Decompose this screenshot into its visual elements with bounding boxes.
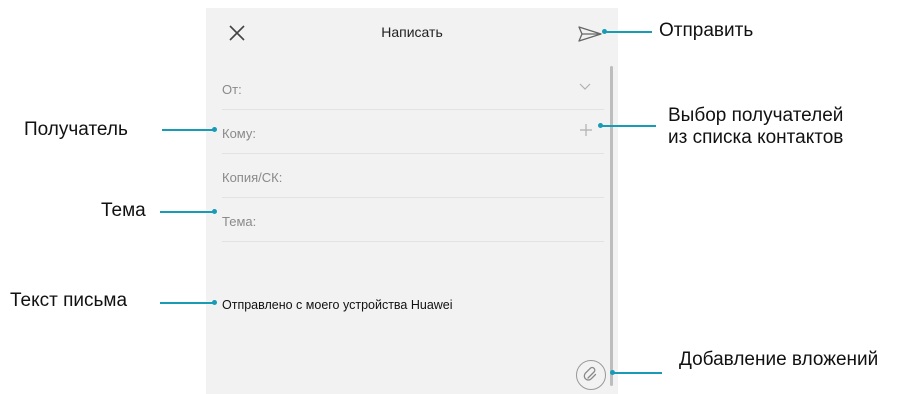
to-label: Кому: xyxy=(222,126,256,141)
annotation-dot-body xyxy=(212,300,217,305)
chevron-down-icon[interactable] xyxy=(579,83,591,91)
send-icon[interactable] xyxy=(578,26,602,42)
from-label: От: xyxy=(222,82,242,97)
annotation-choose-line1: Выбор получателей xyxy=(668,105,844,126)
top-bar: Написать xyxy=(206,8,618,56)
annotation-dot-subject xyxy=(212,209,217,214)
page-title: Написать xyxy=(381,24,443,40)
annotation-choose-line2: из списка контактов xyxy=(668,127,844,148)
message-body[interactable]: Отправлено с моего устройства Huawei xyxy=(222,298,453,312)
annotation-line-attach xyxy=(612,372,662,374)
annotation-line-send xyxy=(604,31,652,33)
subject-label: Тема: xyxy=(222,214,257,229)
annotation-line-body xyxy=(160,302,214,304)
subject-field[interactable]: Тема: xyxy=(222,198,604,242)
annotation-dot-recipient xyxy=(212,127,217,132)
to-field[interactable]: Кому: xyxy=(222,110,604,154)
paperclip-icon xyxy=(583,366,597,381)
annotation-subject: Тема xyxy=(101,200,146,221)
annotation-attach: Добавление вложений xyxy=(679,349,879,370)
annotation-line-recipient xyxy=(162,129,214,131)
annotation-dot-send xyxy=(602,29,607,34)
annotation-recipient: Получатель xyxy=(24,119,128,140)
plus-icon[interactable] xyxy=(579,123,593,137)
cc-label: Копия/СК: xyxy=(222,170,283,185)
annotation-line-subject xyxy=(160,211,214,213)
annotation-line-choose xyxy=(601,125,656,127)
annotation-body: Текст письма xyxy=(10,290,128,311)
annotation-send: Отправить xyxy=(659,20,754,41)
cc-field[interactable]: Копия/СК: xyxy=(222,154,604,198)
annotation-dot-choose xyxy=(598,123,603,128)
annotation-dot-attach xyxy=(610,370,615,375)
from-field[interactable]: От: xyxy=(222,66,604,110)
compose-screen: Написать От: Кому: Копия/СК: Тема: Отпра… xyxy=(206,8,618,394)
attach-button[interactable] xyxy=(576,360,606,390)
scrollbar[interactable] xyxy=(610,66,613,386)
